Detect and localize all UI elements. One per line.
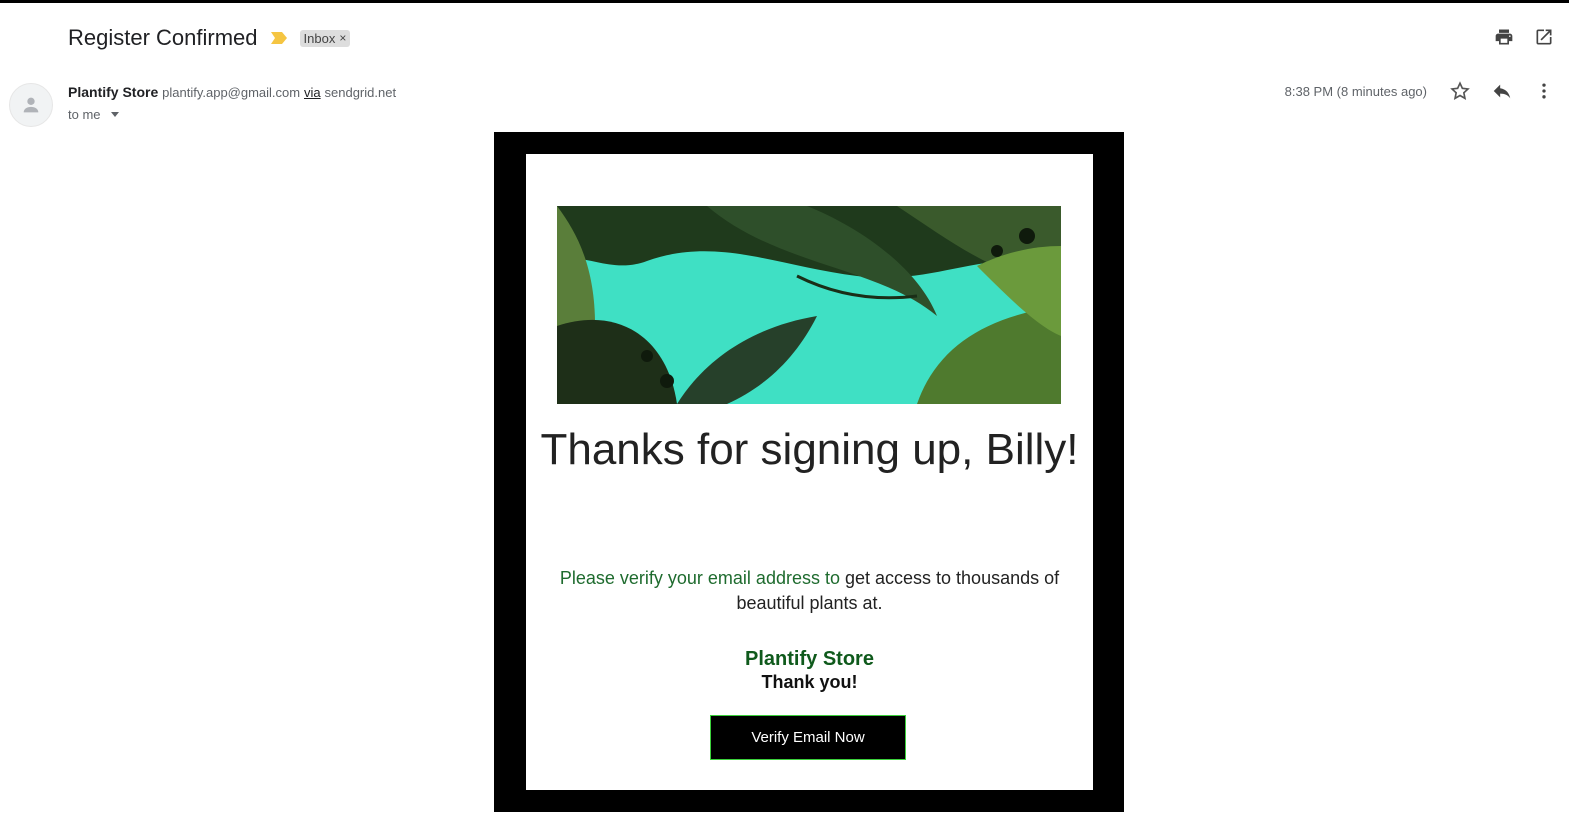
via-link[interactable]: via <box>304 85 321 100</box>
open-in-new-window-icon[interactable] <box>1533 26 1555 48</box>
hero-plant-image <box>557 206 1061 404</box>
importance-marker-icon[interactable] <box>270 31 288 45</box>
sender-name[interactable]: Plantify Store <box>68 84 158 100</box>
recipient-label: to me <box>68 107 101 122</box>
headline: Thanks for signing up, Billy! <box>540 425 1079 474</box>
person-icon <box>23 97 39 113</box>
brand-name: Plantify Store <box>745 648 874 670</box>
top-border <box>0 0 1569 3</box>
inbox-label-text: Inbox <box>303 30 336 46</box>
verification-message: Please verify your email address to get … <box>554 566 1065 616</box>
timestamp: 8:38 PM (8 minutes ago) <box>1284 83 1427 99</box>
recipient-row[interactable]: to me <box>68 107 119 122</box>
print-icon[interactable] <box>1493 26 1515 48</box>
message-highlight: Please verify your email address to <box>559 568 840 588</box>
message-actions: 8:38 PM (8 minutes ago) <box>1285 80 1555 102</box>
thank-you-text: Thank you! <box>761 672 858 692</box>
email-body-frame: Thanks for signing up, Billy! Please ver… <box>494 132 1124 812</box>
header-actions <box>1493 26 1555 48</box>
more-vert-icon[interactable] <box>1533 80 1555 102</box>
reply-icon[interactable] <box>1491 80 1513 102</box>
verify-email-button[interactable]: Verify Email Now <box>710 715 906 760</box>
via-domain: sendgrid.net <box>324 85 397 100</box>
email-subject: Register Confirmed <box>68 25 258 50</box>
email-card: Thanks for signing up, Billy! Please ver… <box>526 154 1093 790</box>
sender-email: plantify.app@gmail.com <box>162 85 301 100</box>
sender-row: Plantify Store plantify.app@gmail.com vi… <box>68 84 396 100</box>
sender-avatar[interactable] <box>9 83 53 127</box>
remove-label-button[interactable]: × <box>339 31 346 45</box>
chevron-down-icon[interactable] <box>110 112 119 117</box>
inbox-label-chip: Inbox × <box>299 29 351 47</box>
star-icon[interactable] <box>1449 80 1471 102</box>
subject-row: Register Confirmed Inbox × <box>68 22 351 54</box>
